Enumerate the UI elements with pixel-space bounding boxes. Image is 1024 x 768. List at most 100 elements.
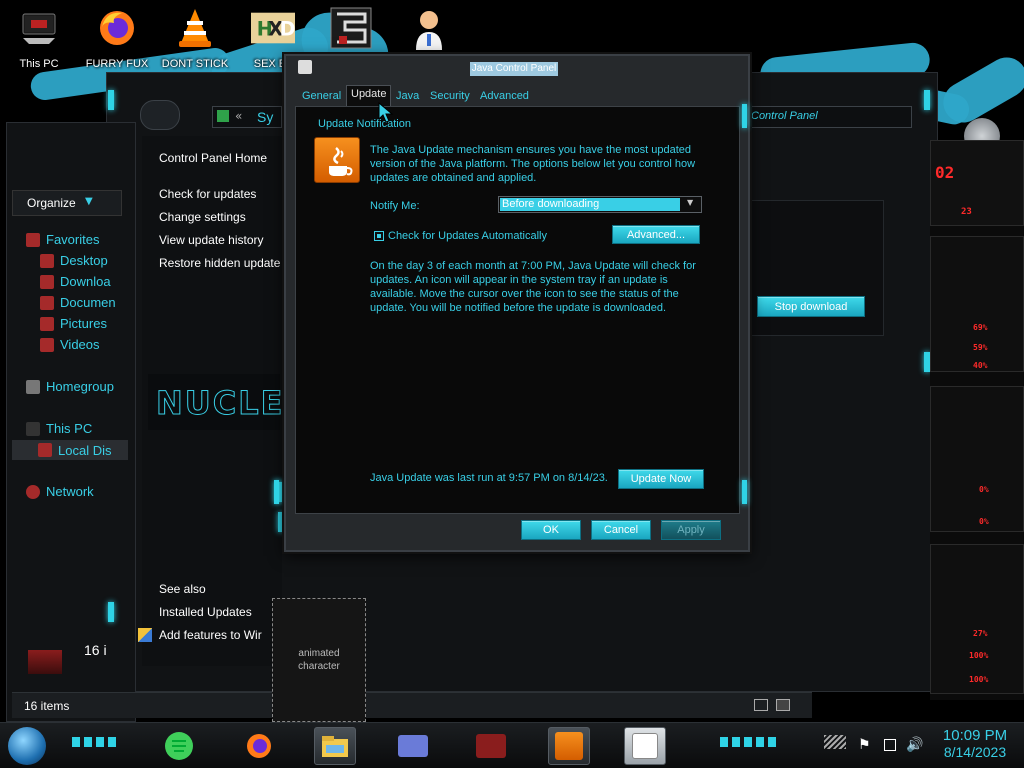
details-view-icon[interactable]: [754, 699, 768, 711]
homegroup-icon: [26, 379, 40, 394]
taskbar-clock[interactable]: 10:09 PM 8/14/2023: [930, 727, 1020, 760]
gadget-cpu-panel: 69% 59% 40%: [930, 236, 1024, 372]
link-installed-updates[interactable]: Installed Updates: [159, 605, 252, 619]
tree-homegroup[interactable]: Homegroup: [26, 379, 114, 394]
card-app-icon: [398, 735, 428, 757]
desktop-icon-this-pc[interactable]: This PC: [2, 4, 76, 74]
tab-general[interactable]: General: [298, 88, 345, 106]
this-pc-icon: [26, 421, 40, 436]
network-tray-icon[interactable]: [884, 739, 896, 751]
gadget-readout: 69%: [973, 323, 988, 332]
svg-text:D: D: [280, 18, 295, 41]
network-icon: [26, 484, 40, 499]
tab-security[interactable]: Security: [426, 88, 474, 106]
dialog-title: Java Control Panel: [470, 62, 558, 76]
taskbar-gadget-app[interactable]: [470, 727, 512, 765]
link-change-settings[interactable]: Change settings: [159, 210, 246, 224]
desktop-icon-vlc[interactable]: DONT STICK: [158, 4, 232, 74]
large-icons-view-icon[interactable]: [776, 699, 790, 711]
chevron-down-icon: ▼: [687, 198, 694, 207]
link-add-features[interactable]: Add features to Wir: [159, 628, 262, 642]
java-small-icon: [298, 60, 312, 74]
doctor-icon: [407, 6, 451, 50]
link-check-for-updates[interactable]: Check for updates: [159, 187, 256, 201]
taskbar-card-app[interactable]: [392, 727, 434, 765]
frame-led: [742, 480, 747, 504]
java-control-panel-dialog[interactable]: Java Control Panel General Update Java S…: [284, 54, 750, 552]
apply-button[interactable]: Apply: [661, 520, 721, 540]
taskbar-file-explorer[interactable]: [314, 727, 356, 765]
back-forward-orb[interactable]: [140, 100, 180, 130]
downloads-folder-icon: [40, 274, 54, 289]
documents-folder-icon: [40, 295, 54, 310]
taskbar-java-control-panel[interactable]: [624, 727, 666, 765]
tree-videos[interactable]: Videos: [40, 337, 100, 352]
java-control-panel-icon: [632, 733, 658, 759]
disk-icon: [38, 443, 52, 457]
frame-led: [742, 104, 747, 128]
tree-this-pc[interactable]: This PC: [26, 421, 92, 436]
gadget-readout: 100%: [969, 651, 989, 660]
maze-game-icon: [329, 6, 373, 50]
mouse-cursor-icon: [378, 102, 394, 123]
file-explorer-icon: [322, 736, 348, 757]
auto-check-checkbox[interactable]: [374, 231, 384, 241]
firefox-icon: [95, 6, 139, 50]
tree-favorites[interactable]: Favorites: [26, 232, 99, 247]
address-bar[interactable]: « Sy: [212, 106, 282, 128]
tree-pictures[interactable]: Pictures: [40, 316, 107, 331]
tree-desktop[interactable]: Desktop: [40, 253, 108, 268]
star-icon: [26, 232, 40, 247]
update-now-button[interactable]: Update Now: [618, 469, 704, 489]
taskbar-led-strip: [720, 737, 780, 747]
organize-menu[interactable]: Organize ▼: [12, 190, 122, 216]
desktop-icon-firefox[interactable]: FURRY FUX: [80, 4, 154, 74]
checkmark-icon: [377, 234, 381, 238]
frame-led: [924, 90, 930, 110]
address-chevron-icon: «: [235, 109, 243, 123]
gadget-clock-panel: 02 23: [930, 140, 1024, 226]
update-tab-panel: Update Notification The Java Update mech…: [295, 106, 740, 514]
see-also-heading: See also: [159, 582, 206, 596]
pictures-folder-icon: [40, 316, 54, 331]
frame-led: [108, 602, 114, 622]
link-restore-hidden-updates[interactable]: Restore hidden update: [159, 256, 280, 270]
taskbar-led-strip: [72, 737, 120, 747]
address-bar-right[interactable]: Control Panel: [744, 106, 912, 128]
disk-thumbnail-icon: [28, 650, 62, 674]
start-orb-icon[interactable]: [8, 727, 46, 765]
tree-local-disk[interactable]: Local Dis: [12, 440, 128, 460]
auto-check-label[interactable]: Check for Updates Automatically: [388, 229, 547, 243]
gadget-readout: 02: [935, 163, 955, 182]
advanced-button[interactable]: Advanced...: [612, 225, 700, 244]
intro-text: The Java Update mechanism ensures you ha…: [370, 144, 696, 184]
tab-advanced[interactable]: Advanced: [476, 88, 533, 106]
notify-me-value: Before downloading: [500, 198, 680, 211]
system-monitor-gadget[interactable]: 02 23 69% 59% 40% 0% 0% 27% 100% 100%: [930, 140, 1024, 700]
ok-button[interactable]: OK: [521, 520, 581, 540]
gadget-readout: 0%: [979, 485, 989, 494]
stop-download-button[interactable]: Stop download: [757, 296, 865, 317]
taskbar-firefox[interactable]: [238, 727, 280, 765]
volume-icon[interactable]: 🔊: [906, 737, 923, 753]
tree-network[interactable]: Network: [26, 484, 94, 499]
gadget-drive-panel: 0% 0%: [930, 386, 1024, 532]
gadget-network-panel: 27% 100% 100%: [930, 544, 1024, 694]
tree-documents[interactable]: Documen: [40, 295, 116, 310]
tab-java[interactable]: Java: [392, 88, 423, 106]
gadget-readout: 0%: [979, 517, 989, 526]
taskbar-notes-app[interactable]: [158, 727, 200, 765]
address-control-panel[interactable]: Control Panel: [751, 110, 818, 122]
tree-downloads[interactable]: Downloa: [40, 274, 111, 289]
frame-led: [274, 480, 279, 504]
link-control-panel-home[interactable]: Control Panel Home: [159, 151, 267, 165]
notify-me-select[interactable]: Before downloading ▼: [498, 196, 702, 213]
link-view-update-history[interactable]: View update history: [159, 233, 264, 247]
notes-app-icon: [165, 732, 193, 760]
taskbar-java[interactable]: [548, 727, 590, 765]
address-segment[interactable]: Sy: [257, 109, 273, 125]
address-folder-icon: [217, 110, 229, 122]
cancel-button[interactable]: Cancel: [591, 520, 651, 540]
gadget-readout: 100%: [969, 675, 989, 684]
flag-icon[interactable]: ⚑: [858, 737, 871, 753]
